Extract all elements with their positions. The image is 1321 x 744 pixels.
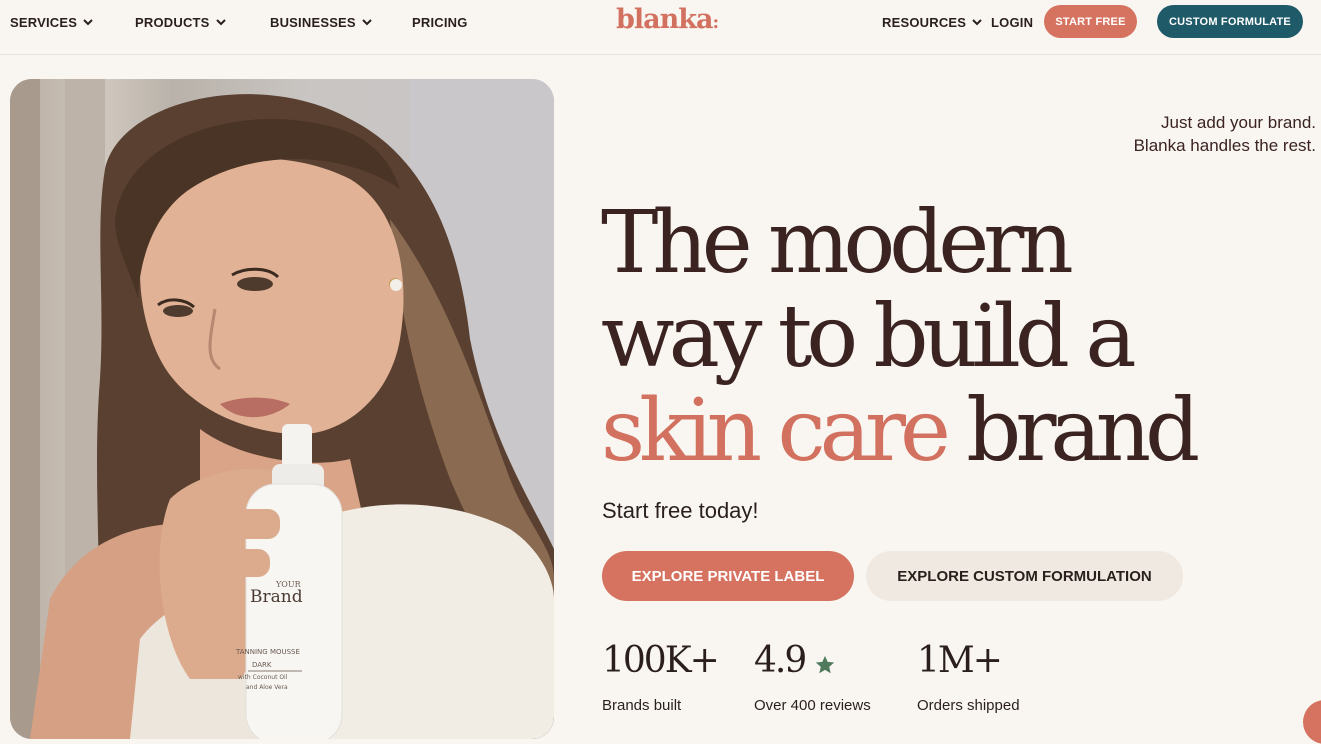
tagline-line2: Blanka handles the rest.: [1133, 136, 1316, 155]
stat-orders-label: Orders shipped: [917, 697, 1020, 714]
hero-subhead: Start free today!: [602, 498, 759, 523]
nav-pricing-label: PRICING: [412, 14, 468, 30]
chat-widget-button[interactable]: [1303, 700, 1321, 744]
nav-login-label: LOGIN: [991, 14, 1034, 30]
headline-line1: The modern: [601, 193, 1074, 293]
headline-line3: skin care brand: [601, 384, 1301, 478]
bottle-desc2: and Aloe Vera: [246, 684, 288, 691]
nav-businesses[interactable]: BUSINESSES: [270, 14, 373, 30]
stat-rating-label: Over 400 reviews: [754, 697, 871, 714]
logo-dot: :: [712, 12, 719, 33]
stat-brands-label: Brands built: [602, 697, 682, 714]
nav-businesses-label: BUSINESSES: [270, 14, 356, 30]
headline-end: brand: [966, 381, 1200, 481]
model-holding-bottle-illustration: YOUR Brand TANNING MOUSSE DARK with Coco…: [10, 79, 554, 739]
bottle-variant: DARK: [252, 661, 272, 669]
top-nav: SERVICES PRODUCTS BUSINESSES PRICING bla…: [0, 0, 1321, 55]
chevron-down-icon: [83, 19, 93, 26]
stat-brands-value: 100K+: [602, 640, 720, 681]
bottle-brand: Brand: [250, 587, 303, 607]
nav-products-label: PRODUCTS: [135, 14, 210, 30]
explore-private-label-button[interactable]: EXPLORE PRIVATE LABEL: [602, 551, 854, 601]
nav-products[interactable]: PRODUCTS: [135, 14, 227, 30]
headline-accent: skin care: [601, 381, 951, 481]
nav-resources-label: RESOURCES: [882, 14, 967, 30]
logo-text: blanka: [616, 4, 713, 35]
nav-services[interactable]: SERVICES: [10, 14, 94, 30]
blanka-logo[interactable]: blanka:: [616, 4, 719, 35]
custom-formulate-button[interactable]: CUSTOM FORMULATE: [1157, 5, 1303, 38]
chevron-down-icon: [215, 19, 226, 26]
nav-pricing[interactable]: PRICING: [412, 14, 468, 30]
nav-services-label: SERVICES: [10, 14, 78, 30]
explore-custom-formulation-button[interactable]: EXPLORE CUSTOM FORMULATION: [866, 551, 1183, 601]
hero-headline: The modern way to build a skin care bran…: [601, 196, 1301, 478]
nav-resources[interactable]: RESOURCES: [882, 14, 983, 30]
bottle-product: TANNING MOUSSE: [235, 648, 300, 656]
star-icon: [815, 655, 835, 674]
stat-rating-value: 4.9: [754, 640, 807, 681]
chevron-down-icon: [362, 19, 372, 26]
nav-login[interactable]: LOGIN: [991, 14, 1033, 30]
hero-tagline: Just add your brand. Blanka handles the …: [1134, 111, 1316, 157]
stat-orders-value: 1M+: [917, 640, 1003, 681]
start-free-button[interactable]: START FREE: [1044, 5, 1137, 38]
bottle-desc1: with Coconut Oil: [238, 674, 288, 681]
headline-line2: way to build a: [601, 287, 1137, 387]
chevron-down-icon: [972, 19, 982, 26]
tagline-line1: Just add your brand.: [1161, 113, 1316, 132]
hero-photo: YOUR Brand TANNING MOUSSE DARK with Coco…: [10, 79, 554, 739]
